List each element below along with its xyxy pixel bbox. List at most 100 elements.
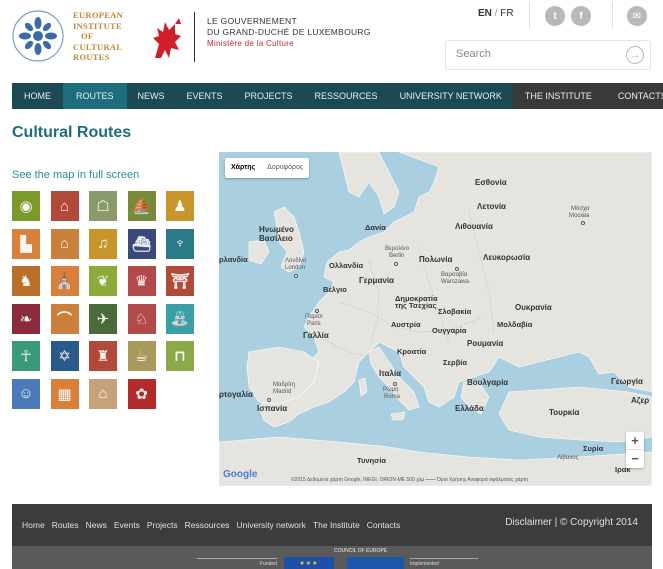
nav-item-ressources[interactable]: RESSOURCES	[304, 83, 389, 109]
shell-route-tile[interactable]: ◉	[12, 191, 40, 221]
footer-link-home[interactable]: Home	[22, 520, 45, 530]
footer-link-routes[interactable]: Routes	[52, 520, 79, 530]
map-label: Λονδίνο	[285, 258, 307, 264]
footer-link-contacts[interactable]: Contacts	[367, 520, 401, 530]
mozart-route-tile[interactable]: ♫	[89, 228, 117, 259]
europe-map[interactable]: Χάρτης Δορυφόρος Εσθονία Λετονία Λιθουαν…	[219, 152, 652, 486]
shell-route-icon: ◉	[19, 198, 33, 215]
nav-item-the-institute[interactable]: THE INSTITUTE	[512, 83, 604, 109]
crown-route-tile[interactable]: ♛	[127, 266, 156, 296]
email-icon[interactable]: ✉	[627, 6, 647, 26]
site-footer: Home Routes News Events Projects Ressour…	[12, 504, 652, 546]
castle-route-icon: ▙	[20, 235, 32, 253]
google-logo[interactable]: Google	[223, 469, 257, 480]
cathedral-route-tile[interactable]: ⌂	[50, 191, 79, 221]
map-label: Warszawa	[441, 279, 469, 285]
eu-flag-icon[interactable]: ★★★	[284, 557, 334, 569]
footer-disclaimer[interactable]: Disclaimer | © Copyright 2014	[505, 517, 638, 528]
bird-route-tile[interactable]: ✈	[89, 303, 117, 334]
language-switcher: EN / FR	[478, 8, 514, 19]
map-type-map[interactable]: Χάρτης	[225, 158, 261, 178]
phoenician-route-tile[interactable]: ♆	[166, 228, 194, 259]
menorah-route-tile[interactable]: ✡	[50, 341, 79, 371]
person-route-tile[interactable]: ☺	[12, 378, 40, 409]
rider-route-icon: ♞	[19, 273, 33, 290]
statue-route-tile[interactable]: ♟	[166, 191, 194, 221]
full-screen-map-link[interactable]: See the map in full screen	[12, 169, 139, 181]
figure-route-tile[interactable]: ☥	[12, 341, 40, 371]
fountain-route-tile[interactable]: ⛲	[166, 303, 194, 334]
arch-route-tile[interactable]: ⌒	[50, 303, 79, 334]
olive-route-tile[interactable]: ❦	[89, 266, 117, 296]
ship-route-tile[interactable]: ⛵	[127, 191, 156, 221]
boat-route-tile[interactable]: ⛴	[127, 228, 156, 259]
nav-item-events[interactable]: EVENTS	[176, 83, 234, 109]
eicr-wordmark[interactable]: EUROPEAN INSTITUTE OF CULTURAL ROUTES	[73, 10, 123, 63]
map-label: Ελλάδα	[455, 404, 484, 413]
map-label: Εσθονία	[475, 178, 507, 187]
flower-route-icon: ✿	[135, 385, 148, 403]
nav-item-projects[interactable]: PROJECTS	[234, 83, 304, 109]
map-label: Αζερ	[631, 396, 650, 405]
map-zoom-control: + −	[626, 432, 644, 468]
castle-route-tile[interactable]: ▙	[12, 228, 40, 259]
zoom-in-button[interactable]: +	[626, 432, 644, 450]
map-label: Ουγγαρία	[432, 326, 467, 335]
footer-link-the-institute[interactable]: The Institute	[313, 520, 360, 530]
dolmen-route-tile[interactable]: ⊓	[166, 341, 194, 371]
rider-route-tile[interactable]: ♞	[12, 266, 40, 296]
footer-link-ressources[interactable]: Ressources	[185, 520, 230, 530]
wine-route-icon: ❧	[19, 310, 33, 328]
nav-item-university-network[interactable]: UNIVERSITY NETWORK	[389, 83, 513, 109]
twitter-icon[interactable]: t	[545, 6, 565, 26]
gothic-route-tile[interactable]: ⌂	[89, 378, 117, 409]
map-type-satellite[interactable]: Δορυφόρος	[261, 158, 309, 178]
map-label: Γαλλία	[303, 331, 329, 340]
cup-route-tile[interactable]: ☕	[127, 341, 156, 371]
dolmen-route-icon: ⊓	[174, 348, 186, 365]
pattern-route-tile[interactable]: ▦	[50, 378, 79, 409]
map-attribution[interactable]: ©2015 Δεδομένα χάρτη Google, INEGI, ORIO…	[291, 477, 528, 483]
council-of-europe-logo[interactable]	[347, 557, 404, 569]
map-type-toggle: Χάρτης Δορυφόρος	[225, 158, 310, 178]
map-label: Paris	[307, 321, 321, 327]
statue-route-icon: ♟	[173, 198, 187, 215]
nav-item-news[interactable]: NEWS	[127, 83, 176, 109]
search-submit-icon[interactable]: →	[626, 46, 644, 64]
map-label: Συρία	[583, 444, 604, 453]
monastery-route-tile[interactable]: ⌂	[50, 228, 79, 259]
temple-route-tile[interactable]: ⛩	[166, 266, 194, 296]
map-label: Βουλγαρία	[467, 378, 509, 387]
facebook-icon[interactable]: f	[571, 6, 591, 26]
cathedral-route-icon: ⌂	[59, 197, 70, 215]
footer-link-projects[interactable]: Projects	[147, 520, 178, 530]
footer-links: Home Routes News Events Projects Ressour…	[22, 520, 400, 530]
main-nav: HOME ROUTES NEWS EVENTS PROJECTS RESSOUR…	[12, 83, 663, 109]
city-dot	[581, 221, 585, 225]
tower-route-tile[interactable]: ♜	[89, 341, 117, 371]
flower-route-tile[interactable]: ✿	[127, 378, 156, 409]
nav-item-contacts[interactable]: CONTACTS	[603, 83, 663, 109]
map-label: Λίβανος	[557, 455, 579, 461]
wine-route-tile[interactable]: ❧	[12, 303, 40, 334]
footer-link-university-network[interactable]: University network	[237, 520, 306, 530]
lang-fr[interactable]: FR	[500, 8, 513, 19]
temple-route-icon: ⛩	[170, 273, 190, 290]
lang-en[interactable]: EN	[478, 8, 492, 19]
phoenician-route-icon: ♆	[174, 235, 186, 252]
footer-link-news[interactable]: News	[86, 520, 107, 530]
zoom-out-button[interactable]: −	[626, 450, 644, 468]
viking-route-tile[interactable]: ☖	[89, 191, 117, 221]
church-route-tile[interactable]: ⛪	[50, 266, 79, 296]
map-label: ρτογαλία	[219, 390, 253, 399]
nav-item-routes[interactable]: ROUTES	[63, 83, 127, 109]
gov-line: LE GOUVERNEMENT	[207, 16, 297, 26]
government-block[interactable]: LE GOUVERNEMENT DU GRAND-DUCHÉ DE LUXEMB…	[207, 16, 371, 49]
tower-route-icon: ♜	[96, 348, 110, 365]
nav-item-home[interactable]: HOME	[12, 83, 63, 109]
header-divider	[194, 12, 195, 62]
animal-route-tile[interactable]: ♘	[127, 303, 156, 334]
eicr-logo[interactable]	[10, 8, 72, 63]
footer-link-events[interactable]: Events	[114, 520, 140, 530]
search-input[interactable]	[456, 48, 616, 60]
